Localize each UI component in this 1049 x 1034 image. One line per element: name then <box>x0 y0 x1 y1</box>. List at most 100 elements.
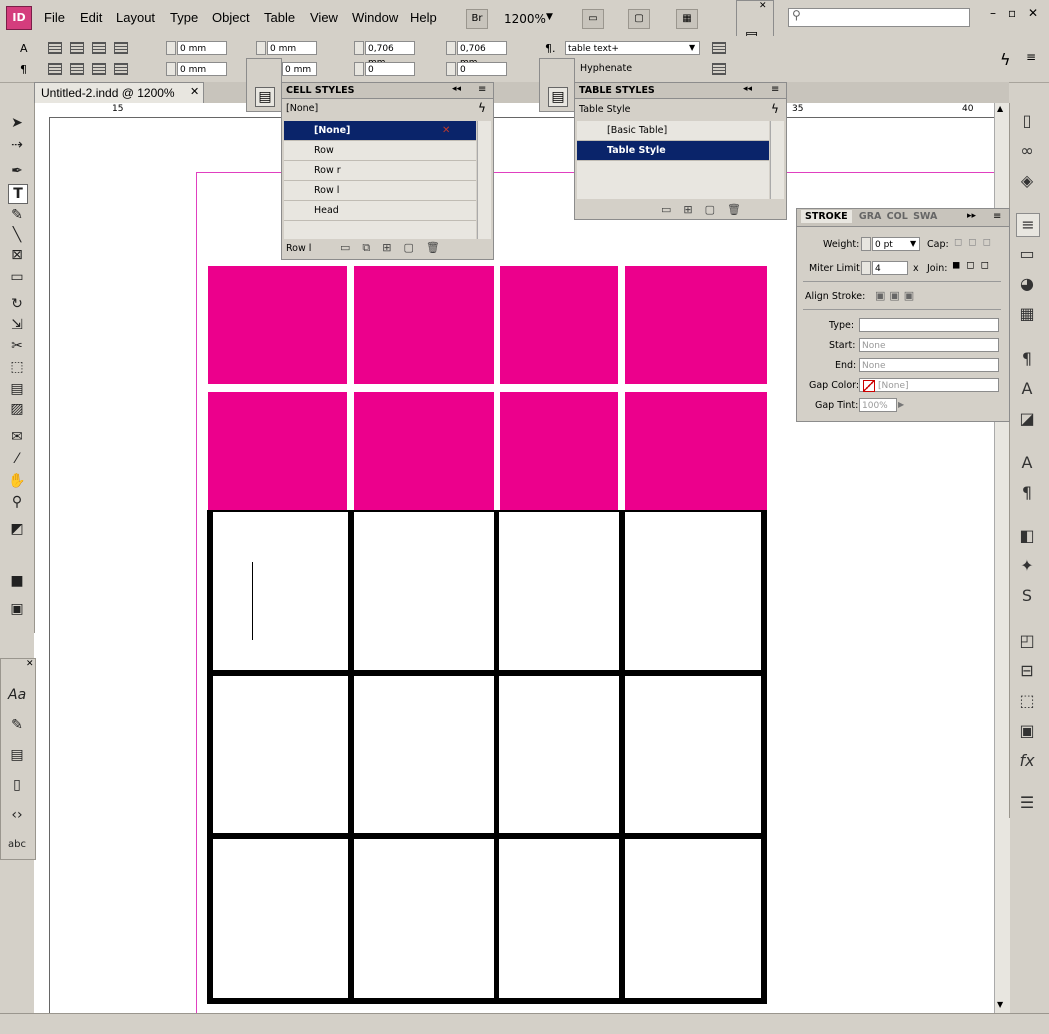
close-icon[interactable]: ✕ <box>26 659 34 669</box>
layers-icon[interactable]: ◈ <box>1016 170 1038 192</box>
search-input[interactable] <box>788 8 970 27</box>
gap-tint-field[interactable]: 100% <box>859 398 897 412</box>
direct-selection-tool-icon[interactable]: ⇢ <box>8 136 26 154</box>
scissors-tool-icon[interactable]: ✂ <box>8 337 26 355</box>
eyedropper-tool-icon[interactable]: ⁄ <box>8 450 26 468</box>
table-styles-button-icon[interactable]: ▤ <box>548 87 568 107</box>
list-item[interactable]: Row l <box>284 181 476 201</box>
view-mode-icon[interactable]: ▣ <box>8 600 26 618</box>
color-icon[interactable]: ◕ <box>1016 273 1038 295</box>
menu-view[interactable]: View <box>310 10 338 25</box>
tag-icon[interactable]: ‹› <box>8 806 26 824</box>
list-item[interactable]: Row <box>284 141 476 161</box>
zoom-chevron-down-icon[interactable]: ▼ <box>546 12 553 22</box>
weight-chevron-down-icon[interactable]: ▼ <box>910 239 916 248</box>
paragraph-styles-icon[interactable]: ✎ <box>8 716 26 734</box>
leading-top-field[interactable]: 0,706 mm <box>365 41 415 68</box>
style-chevron-down-icon[interactable]: ▼ <box>689 43 695 52</box>
cell-styles-button-icon[interactable]: ▤ <box>255 87 275 107</box>
collapse-icon[interactable]: ◂◂ <box>743 84 752 94</box>
align-towards-spine-icon[interactable] <box>114 42 128 54</box>
panel-footer-icons[interactable]: ▭⊞▢🗑 <box>661 203 753 216</box>
cap-buttons[interactable]: ◻◻◻ <box>954 237 997 248</box>
free-transform-tool-icon[interactable]: ⬚ <box>8 358 26 376</box>
hand-tool-icon[interactable]: ✋ <box>8 472 26 490</box>
table-cell[interactable] <box>625 676 761 833</box>
menu-edit[interactable]: Edit <box>80 10 102 25</box>
maximize-icon[interactable]: ▫ <box>1008 6 1016 20</box>
gap-tint-chevron-right-icon[interactable]: ▶ <box>898 400 904 409</box>
table-cell-head[interactable] <box>500 392 618 510</box>
script-icon[interactable]: S <box>1016 585 1038 607</box>
zoom-level[interactable]: 1200% <box>504 12 546 26</box>
stroke-type-select[interactable] <box>859 318 999 332</box>
list-item[interactable]: Head <box>284 201 476 221</box>
columns-icon[interactable] <box>712 42 726 54</box>
type-tool-icon[interactable]: T <box>8 184 28 204</box>
character-icon[interactable]: A <box>1016 452 1038 474</box>
swatches-icon[interactable]: ▦ <box>1016 303 1038 325</box>
first-line-indent-field[interactable]: 0 mm <box>177 62 227 76</box>
panel-footer-icons[interactable]: ▭⧉⊞▢🗑 <box>340 241 452 255</box>
space-after-field[interactable]: 0 mm <box>282 62 317 76</box>
rectangle-tool-icon[interactable]: ▭ <box>8 268 26 286</box>
table-cell[interactable] <box>499 512 619 670</box>
line-tool-icon[interactable]: ╲ <box>8 226 26 244</box>
panel-menu-icon[interactable]: ≡ <box>771 84 779 95</box>
screen-mode-icon[interactable]: ▢ <box>628 9 650 29</box>
object-styles-icon[interactable]: ◪ <box>1016 408 1038 430</box>
left-indent-field[interactable]: 0 mm <box>177 41 227 55</box>
scroll-down-icon[interactable]: ▼ <box>997 1000 1003 1009</box>
minimize-icon[interactable]: – <box>990 6 996 20</box>
table-cell[interactable] <box>625 512 761 670</box>
paragraph-styles-icon[interactable]: ¶ <box>1016 348 1038 370</box>
gap-color-select[interactable]: [None] <box>859 378 999 392</box>
pathfinder-icon[interactable]: ◰ <box>1016 630 1038 652</box>
weight-stepper[interactable] <box>861 237 871 251</box>
fx-icon[interactable]: fx <box>1016 750 1038 772</box>
menu-table[interactable]: Table <box>264 10 295 25</box>
table-cell-head[interactable] <box>354 392 494 510</box>
miter-stepper[interactable] <box>861 261 871 275</box>
justify-all-icon[interactable] <box>114 63 128 75</box>
pen-tool-icon[interactable]: ✒ <box>8 162 26 180</box>
baseline-b-field[interactable]: 0 <box>457 62 507 76</box>
book-icon[interactable]: ▯ <box>8 776 26 794</box>
panel-menu-icon[interactable]: ≡ <box>993 211 1001 222</box>
panel-menu-icon[interactable]: ≡ <box>1026 50 1036 64</box>
tab-close-icon[interactable]: ✕ <box>190 85 199 98</box>
grid-align-icon[interactable] <box>712 63 726 75</box>
bridge-button[interactable]: Br <box>466 9 488 29</box>
fill-stroke-icon[interactable]: ◩ <box>8 520 26 538</box>
baseline-a-field[interactable]: 0 <box>365 62 415 76</box>
character-mode-icon[interactable]: A <box>20 42 28 55</box>
scroll-up-icon[interactable]: ▲ <box>997 104 1003 113</box>
character-styles-icon[interactable]: Aa <box>8 686 26 704</box>
hyphenate-checkbox-label[interactable]: Hyphenate <box>580 63 632 74</box>
document-tab[interactable]: Untitled-2.indd @ 1200% <box>34 82 204 103</box>
arrange-documents-icon[interactable]: ▦ <box>676 9 698 29</box>
table-panel-icon[interactable]: ☰ <box>1016 792 1038 814</box>
align-right-icon[interactable] <box>92 42 106 54</box>
table-cell-head[interactable] <box>208 266 347 384</box>
right-indent-stepper[interactable] <box>256 41 266 55</box>
character-styles-icon[interactable]: A <box>1016 378 1038 400</box>
first-line-indent-stepper[interactable] <box>166 62 176 76</box>
close-icon[interactable]: ✕ <box>759 1 767 11</box>
table-cell[interactable] <box>354 839 494 998</box>
table-cell[interactable] <box>499 676 619 833</box>
join-buttons[interactable]: ◼◻◻ <box>952 260 995 271</box>
transform-icon[interactable]: ⬚ <box>1016 690 1038 712</box>
stroke-icon[interactable]: ≡ <box>1016 213 1040 237</box>
baseline-b-stepper[interactable] <box>446 62 456 76</box>
paragraph-mode-icon[interactable]: ¶ <box>20 63 27 76</box>
scale-tool-icon[interactable]: ⇲ <box>8 316 26 334</box>
spelling-icon[interactable]: abc <box>8 836 26 854</box>
tab-gradient[interactable]: GRA <box>859 211 881 222</box>
miter-field[interactable]: 4 <box>872 261 908 275</box>
justify-center-icon[interactable] <box>70 63 84 75</box>
tab-color[interactable]: COL <box>887 211 908 222</box>
leading-top-stepper[interactable] <box>354 41 364 55</box>
note-tool-icon[interactable]: ✉ <box>8 428 26 446</box>
list-scrollbar[interactable] <box>770 121 784 199</box>
